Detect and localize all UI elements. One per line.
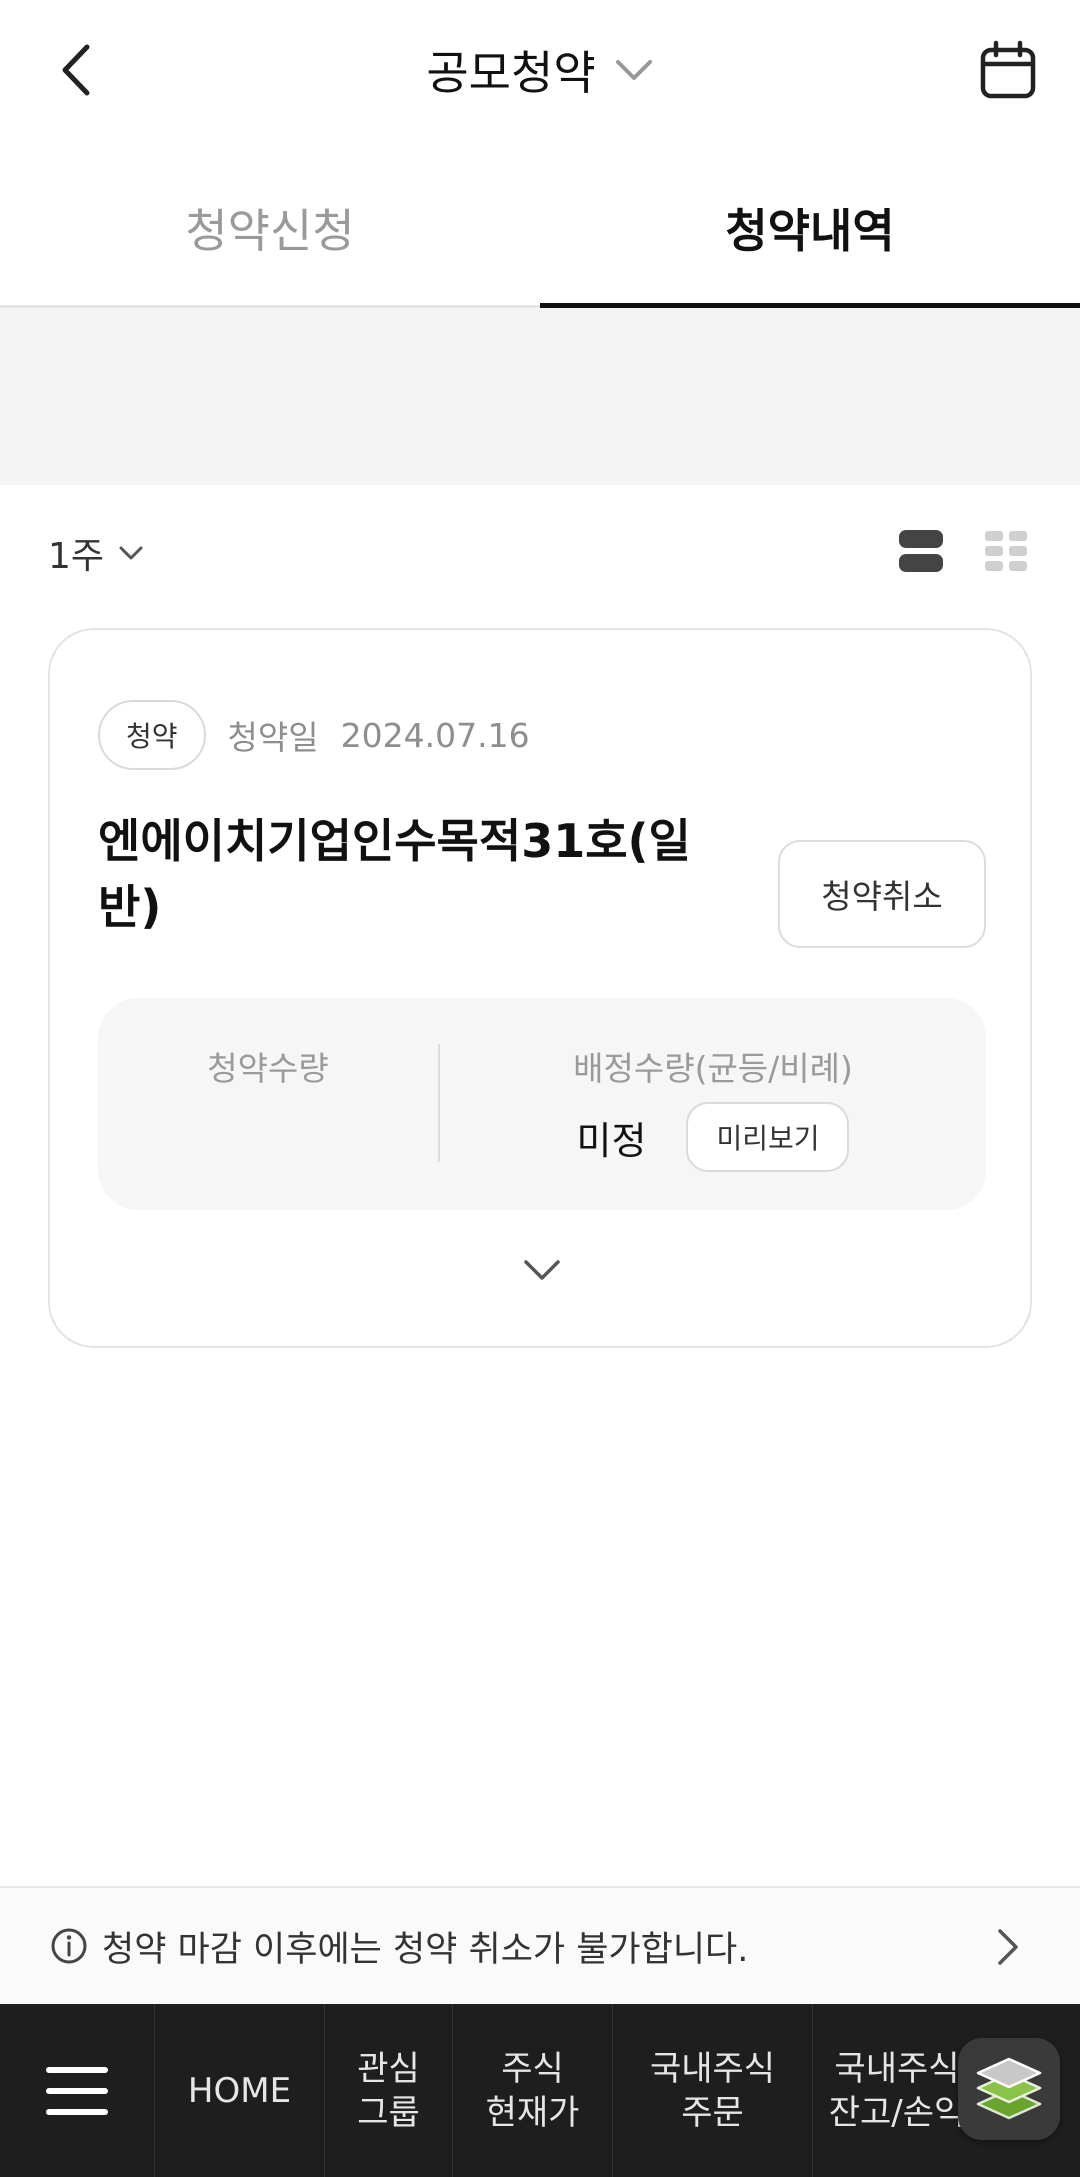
nav-item-home[interactable]: HOME: [155, 2004, 325, 2177]
subscription-card: 청약 청약일 2024.07.16 엔에이치기업인수목적31호(일반) 청약취소…: [48, 628, 1032, 1348]
hamburger-icon: [46, 2066, 108, 2115]
subscription-qty-column: 청약수량: [98, 998, 438, 1210]
cancel-subscription-button[interactable]: 청약취소: [778, 840, 986, 948]
period-label: 1주: [48, 535, 105, 577]
title-dropdown[interactable]: 공모청약: [0, 30, 1080, 110]
menu-button[interactable]: [0, 2004, 155, 2177]
status-badge: 청약: [98, 700, 206, 770]
chevron-down-icon: [615, 60, 652, 80]
layers-icon: [976, 2057, 1042, 2120]
view-toggle-group: [898, 528, 1028, 574]
layers-button[interactable]: [958, 2038, 1060, 2140]
banner-area: [0, 308, 1080, 485]
nav-item-domestic-order[interactable]: 국내주식 주문: [613, 2004, 813, 2177]
allocation-qty-label: 배정수량(균등/비례): [573, 1049, 853, 1088]
notice-arrow[interactable]: [988, 1922, 1028, 1972]
allocation-qty-value: 미정: [576, 1118, 647, 1163]
calendar-icon: [980, 40, 1036, 99]
subscription-date: 2024.07.16: [340, 715, 530, 755]
grid-view-icon[interactable]: [984, 529, 1028, 573]
preview-button[interactable]: 미리보기: [686, 1102, 850, 1172]
chevron-down-icon: [524, 1260, 560, 1280]
list-view-icon[interactable]: [898, 528, 944, 574]
nav-item-domestic-balance[interactable]: 국내주식 잔고/손익: [813, 2004, 981, 2177]
calendar-button[interactable]: [968, 30, 1048, 110]
bottom-nav: HOME 관심 그룹 주식 현재가 국내주식 주문 국내주식 잔고/손익: [0, 2004, 1080, 2177]
card-meta: 청약 청약일 2024.07.16: [98, 700, 530, 770]
allocation-qty-column: 배정수량(균등/비례) 미정 미리보기: [440, 998, 986, 1210]
nav-item-stock-price[interactable]: 주식 현재가: [453, 2004, 613, 2177]
chevron-down-icon: [119, 546, 143, 559]
tab-bar: 청약신청 청약내역: [0, 150, 1080, 308]
info-icon: [51, 1928, 87, 1964]
period-filter[interactable]: 1주: [48, 520, 144, 585]
chevron-right-icon: [998, 1929, 1018, 1965]
subscription-qty-label: 청약수량: [207, 1049, 329, 1088]
nav-item-watch-group[interactable]: 관심 그룹: [325, 2004, 453, 2177]
tab-subscription-apply[interactable]: 청약신청: [0, 150, 540, 305]
quantity-summary: 청약수량 배정수량(균등/비례) 미정 미리보기: [98, 998, 986, 1210]
subscription-date-label: 청약일: [227, 718, 319, 757]
notice-text: 청약 마감 이후에는 청약 취소가 불가합니다.: [102, 1929, 749, 1970]
expand-button[interactable]: [512, 1240, 572, 1300]
allocation-value-row: 미정 미리보기: [440, 1102, 986, 1172]
app-header: 공모청약: [0, 0, 1080, 140]
page-title: 공모청약: [426, 46, 596, 100]
notice-bar[interactable]: 청약 마감 이후에는 청약 취소가 불가합니다.: [0, 1886, 1080, 2004]
tab-subscription-history[interactable]: 청약내역: [540, 150, 1080, 308]
product-name: 엔에이치기업인수목적31호(일반): [98, 814, 691, 934]
